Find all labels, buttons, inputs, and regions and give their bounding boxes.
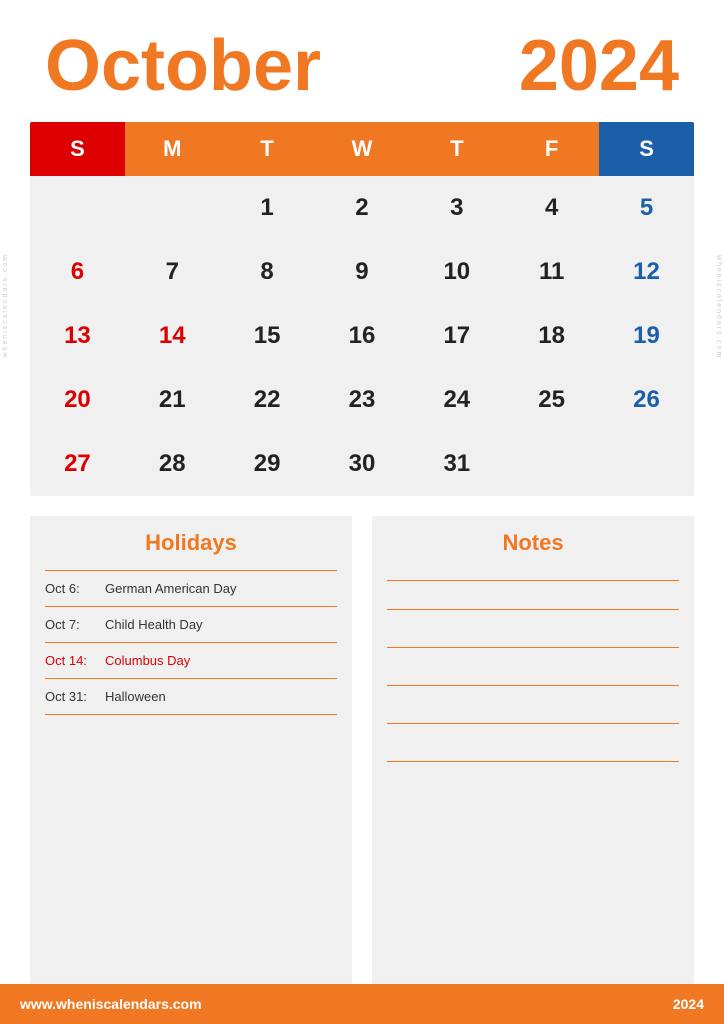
day-cell: 21 — [125, 368, 220, 432]
day-cell: 27 — [30, 432, 125, 496]
day-cell: 29 — [220, 432, 315, 496]
day-cell — [125, 176, 220, 240]
notes-line[interactable] — [387, 580, 679, 610]
day-cell: 28 — [125, 432, 220, 496]
holiday-item: Oct 7:Child Health Day — [45, 607, 337, 643]
year-title: 2024 — [519, 30, 679, 102]
day-header-row: S M T W T F S — [30, 122, 694, 176]
holiday-date: Oct 14: — [45, 653, 105, 668]
bottom-section: Holidays Oct 6:German American DayOct 7:… — [30, 516, 694, 984]
day-cell: 24 — [409, 368, 504, 432]
day-cell: 12 — [599, 240, 694, 304]
header-friday: F — [504, 122, 599, 176]
holiday-item: Oct 6:German American Day — [45, 570, 337, 607]
holiday-item: Oct 14:Columbus Day — [45, 643, 337, 679]
holiday-name: Child Health Day — [105, 617, 203, 632]
day-cell — [504, 432, 599, 496]
header-thursday: T — [409, 122, 504, 176]
header-monday: M — [125, 122, 220, 176]
day-cell: 30 — [315, 432, 410, 496]
holiday-date: Oct 6: — [45, 581, 105, 596]
holiday-name: German American Day — [105, 581, 237, 596]
day-cell: 5 — [599, 176, 694, 240]
holiday-list: Oct 6:German American DayOct 7:Child Hea… — [30, 570, 352, 725]
calendar-week-4: 20212223242526 — [30, 368, 694, 432]
notes-line[interactable] — [387, 656, 679, 686]
header-tuesday: T — [220, 122, 315, 176]
day-cell: 26 — [599, 368, 694, 432]
day-cell: 25 — [504, 368, 599, 432]
day-cell: 10 — [409, 240, 504, 304]
day-cell: 14 — [125, 304, 220, 368]
day-cell: 23 — [315, 368, 410, 432]
day-cell: 11 — [504, 240, 599, 304]
day-cell: 9 — [315, 240, 410, 304]
notes-line[interactable] — [387, 618, 679, 648]
day-cell: 31 — [409, 432, 504, 496]
day-cell: 3 — [409, 176, 504, 240]
day-cell: 2 — [315, 176, 410, 240]
day-cell — [599, 432, 694, 496]
holiday-name: Columbus Day — [105, 653, 190, 668]
footer-year: 2024 — [673, 996, 704, 1012]
footer-url: www.wheniscalendars.com — [20, 996, 202, 1012]
day-cell: 19 — [599, 304, 694, 368]
calendar-week-3: 13141516171819 — [30, 304, 694, 368]
notes-line[interactable] — [387, 694, 679, 724]
day-cell: 4 — [504, 176, 599, 240]
calendar-container: S M T W T F S 12345678910111213141516171… — [30, 122, 694, 496]
holidays-panel: Holidays Oct 6:German American DayOct 7:… — [30, 516, 352, 984]
day-cell: 1 — [220, 176, 315, 240]
holiday-date: Oct 7: — [45, 617, 105, 632]
day-cell: 7 — [125, 240, 220, 304]
notes-header: Notes — [372, 516, 694, 570]
holiday-name: Halloween — [105, 689, 166, 704]
notes-panel: Notes — [372, 516, 694, 984]
day-cell: 16 — [315, 304, 410, 368]
day-cell: 20 — [30, 368, 125, 432]
holidays-header: Holidays — [30, 516, 352, 570]
day-cell — [30, 176, 125, 240]
header-wednesday: W — [315, 122, 410, 176]
day-cell: 6 — [30, 240, 125, 304]
day-cell: 13 — [30, 304, 125, 368]
calendar-week-5: 2728293031 — [30, 432, 694, 496]
header-saturday: S — [599, 122, 694, 176]
month-title: October — [45, 30, 321, 102]
day-cell: 15 — [220, 304, 315, 368]
notes-lines — [372, 570, 694, 780]
calendar-table: S M T W T F S 12345678910111213141516171… — [30, 122, 694, 496]
footer: www.wheniscalendars.com 2024 — [0, 984, 724, 1024]
header-sunday: S — [30, 122, 125, 176]
page-container: w h e n i s c a l e n d a r s . c o m w … — [0, 0, 724, 1024]
watermark-right: w h e n i s c a l e n d a r s . c o m — [696, 250, 724, 362]
calendar-week-1: 12345 — [30, 176, 694, 240]
holiday-item: Oct 31:Halloween — [45, 679, 337, 715]
day-cell: 18 — [504, 304, 599, 368]
notes-line[interactable] — [387, 732, 679, 762]
day-cell: 8 — [220, 240, 315, 304]
holiday-date: Oct 31: — [45, 689, 105, 704]
day-cell: 22 — [220, 368, 315, 432]
watermark-left: w h e n i s c a l e n d a r s . c o m — [0, 250, 28, 362]
calendar-week-2: 6789101112 — [30, 240, 694, 304]
header: October 2024 — [0, 0, 724, 122]
day-cell: 17 — [409, 304, 504, 368]
